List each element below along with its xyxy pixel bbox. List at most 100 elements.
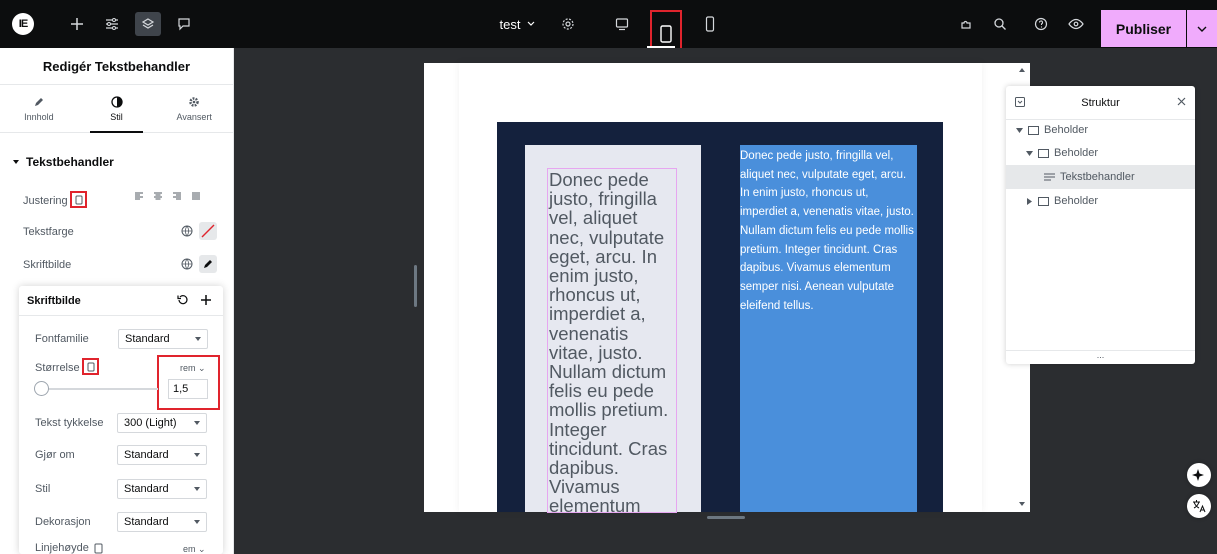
line-height-unit-value: em (183, 544, 196, 554)
structure-item[interactable]: Beholder (1006, 118, 1195, 142)
font-family-select[interactable]: Standard (118, 329, 208, 349)
size-input[interactable]: 1,5 (168, 379, 208, 399)
text-transform-value: Standard (124, 449, 169, 461)
site-builder-button[interactable] (956, 0, 976, 48)
align-center-icon (154, 192, 162, 200)
site-settings-button[interactable] (101, 0, 123, 48)
structure-item-label: Beholder (1054, 195, 1099, 207)
mobile-view-button[interactable] (700, 0, 720, 48)
size-slider[interactable] (40, 388, 158, 390)
align-justify-icon (192, 192, 200, 200)
text-editor-right[interactable]: Donec pede justo, fringilla vel, aliquet… (740, 147, 917, 315)
tab-advanced[interactable]: Avansert (155, 85, 233, 132)
font-style-value: Standard (124, 483, 169, 495)
help-button[interactable] (1031, 0, 1051, 48)
font-weight-select[interactable]: 300 (Light) (117, 413, 207, 433)
search-icon (994, 18, 1006, 30)
structure-collapse-button[interactable] (1015, 97, 1025, 110)
structure-item-label: Tekstbehandler (1060, 171, 1135, 183)
decoration-select[interactable]: Standard (117, 512, 207, 532)
text-transform-select[interactable]: Standard (117, 445, 207, 465)
tablet-icon (75, 195, 82, 204)
alignment-label: Justering (23, 195, 68, 207)
scroll-down-icon[interactable] (1019, 502, 1025, 506)
popover-title: Skriftbilde (27, 294, 81, 307)
structure-item[interactable]: Beholder (1006, 141, 1195, 165)
search-button[interactable] (990, 0, 1010, 48)
text-editor-icon (1044, 173, 1055, 180)
document-name-dropdown[interactable]: test (488, 0, 548, 48)
decoration-value: Standard (124, 516, 169, 528)
scroll-up-icon[interactable] (1019, 68, 1025, 72)
structure-panel: Struktur Beholder Beholder Tekstbehandle… (1006, 86, 1195, 364)
reset-button[interactable] (177, 294, 189, 309)
pencil-icon (34, 97, 43, 106)
align-right-button[interactable] (172, 191, 182, 201)
structure-resize-handle[interactable]: ... (1006, 350, 1195, 364)
edit-typography-button[interactable] (199, 255, 217, 273)
preview-button[interactable] (1066, 0, 1086, 48)
resize-handle-bottom[interactable] (707, 516, 745, 519)
font-weight-value: 300 (Light) (124, 417, 177, 429)
font-style-select[interactable]: Standard (117, 479, 207, 499)
tablet-icon (660, 25, 672, 43)
tab-content[interactable]: Innhold (0, 85, 78, 132)
pencil-icon (204, 260, 212, 268)
structure-item-label: Beholder (1054, 147, 1099, 159)
caret-down-icon (1016, 127, 1023, 133)
font-weight-label: Tekst tykkelse (35, 417, 104, 429)
globe-icon (181, 258, 193, 270)
responsive-device-toggle[interactable] (82, 358, 99, 375)
desktop-view-button[interactable] (612, 0, 632, 48)
structure-toggle-button[interactable] (135, 12, 161, 36)
line-height-unit-select[interactable]: em ⌄ (183, 544, 206, 554)
add-element-button[interactable] (66, 0, 88, 48)
structure-item-label: Beholder (1044, 124, 1089, 136)
container-icon (1028, 125, 1039, 135)
structure-item[interactable]: Beholder (1006, 189, 1195, 213)
publish-button[interactable]: Publiser (1101, 10, 1186, 47)
chevron-down-icon (194, 421, 200, 425)
tablet-icon (87, 362, 94, 371)
globe-icon (181, 225, 193, 237)
tab-style[interactable]: Stil (78, 85, 156, 133)
section-toggle[interactable]: Tekstbehandler (12, 155, 114, 169)
align-left-button[interactable] (134, 191, 144, 201)
gear-icon (189, 96, 199, 107)
chevron-down-icon (194, 487, 200, 491)
align-center-button[interactable] (153, 191, 163, 201)
font-style-label: Stil (35, 483, 51, 495)
responsive-device-toggle[interactable] (70, 191, 87, 208)
plus-icon (71, 18, 83, 30)
chevron-down-icon (1197, 26, 1207, 32)
publish-options-button[interactable] (1187, 10, 1217, 47)
elementor-logo-button[interactable]: IE (12, 13, 34, 35)
panel-title: Redigér Tekstbehandler (0, 48, 233, 85)
size-unit-value: rem (180, 363, 196, 373)
tablet-icon[interactable] (94, 541, 103, 554)
add-global-font-button[interactable] (200, 294, 212, 309)
ai-assistant-button[interactable] (1187, 463, 1211, 487)
align-justify-button[interactable] (191, 191, 201, 201)
chevron-down-icon (195, 337, 201, 341)
global-typography-button[interactable] (178, 255, 196, 273)
page-settings-button[interactable] (558, 0, 578, 48)
translate-icon (1193, 500, 1206, 513)
text-editor-selected[interactable]: Donec pede justo, fringilla vel, aliquet… (547, 168, 677, 513)
structure-close-button[interactable] (1177, 97, 1186, 109)
size-label: Størrelse (35, 362, 80, 374)
logo-text: IE (18, 18, 28, 30)
chevron-down-icon (194, 520, 200, 524)
color-picker-swatch[interactable] (199, 222, 217, 240)
resize-handle-left[interactable] (414, 265, 417, 307)
size-slider-handle[interactable] (34, 381, 49, 396)
font-family-label: Fontfamilie (35, 333, 89, 345)
line-height-label: Linjehøyde (35, 542, 89, 554)
mobile-icon (705, 16, 715, 32)
translate-button[interactable] (1187, 494, 1211, 518)
global-color-button[interactable] (178, 222, 196, 240)
notes-button[interactable] (173, 0, 195, 48)
structure-item-selected[interactable]: Tekstbehandler (1006, 165, 1195, 189)
size-unit-select[interactable]: rem ⌄ (180, 363, 206, 374)
comment-icon (178, 18, 190, 31)
